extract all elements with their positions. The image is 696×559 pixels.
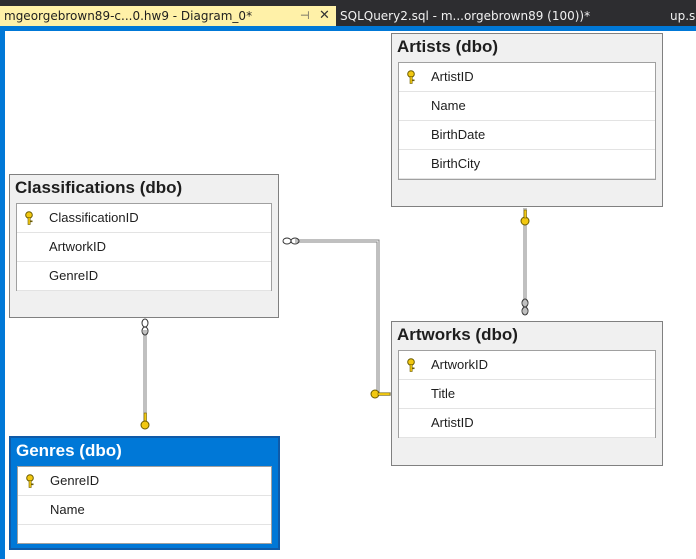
column-name: Name [50,502,85,517]
column-row[interactable]: Name [18,496,271,525]
column-row[interactable]: ArtistID [399,409,655,438]
table-artworks[interactable]: Artworks (dbo) ArtworkID Title ArtistID [391,321,663,466]
column-name: ArtworkID [431,357,489,372]
table-title: Artworks (dbo) [397,325,518,344]
key-icon-shaft [523,209,527,219]
column-name: BirthCity [431,156,481,171]
column-name: GenreID [50,473,100,488]
column-list: ArtworkID Title ArtistID [398,350,656,438]
relationship-line [295,239,392,396]
column-list: GenreID Name [17,466,272,544]
column-name: ArtistID [431,69,474,84]
table-title: Classifications (dbo) [15,178,183,197]
column-name: ArtistID [431,415,474,430]
column-name: Name [431,98,466,113]
infinity-loop [141,318,149,328]
primary-key-icon [25,211,33,225]
column-name: Title [431,386,456,401]
table-artists[interactable]: Artists (dbo) ArtistID Name BirthDate Bi… [391,33,663,207]
column-list: ArtistID Name BirthDate BirthCity [398,62,656,180]
column-row[interactable]: BirthCity [399,150,655,179]
column-row[interactable]: ArtworkID [399,351,655,380]
column-row[interactable]: ArtistID [399,63,655,92]
table-genres[interactable]: Genres (dbo) GenreID Name [9,436,280,550]
table-classifications[interactable]: Classifications (dbo) ClassificationID A… [9,174,279,318]
column-row[interactable]: ClassificationID [17,204,271,233]
key-icon [140,412,150,430]
column-row[interactable]: ArtworkID [17,233,271,262]
key-icon [370,389,391,399]
table-title: Artists (dbo) [397,37,499,56]
relationship-classifications-artworks[interactable] [295,239,392,396]
column-list: ClassificationID ArtworkID GenreID [16,203,272,291]
infinity-loop [282,237,292,245]
column-row[interactable]: GenreID [18,467,271,496]
table-title: Genres (dbo) [16,441,122,460]
column-name: BirthDate [431,127,486,142]
column-row[interactable]: Name [399,92,655,121]
column-row[interactable]: BirthDate [399,121,655,150]
column-row[interactable]: Title [399,380,655,409]
key-icon-bow [140,420,150,430]
key-icon-shaft [377,392,391,396]
key-icon [520,209,530,226]
primary-key-icon [407,358,415,372]
column-row[interactable]: GenreID [17,262,271,291]
primary-key-icon [407,70,415,84]
column-name: ClassificationID [49,210,139,225]
column-name: GenreID [49,268,99,283]
primary-key-icon [26,474,34,488]
column-name: ArtworkID [49,239,107,254]
